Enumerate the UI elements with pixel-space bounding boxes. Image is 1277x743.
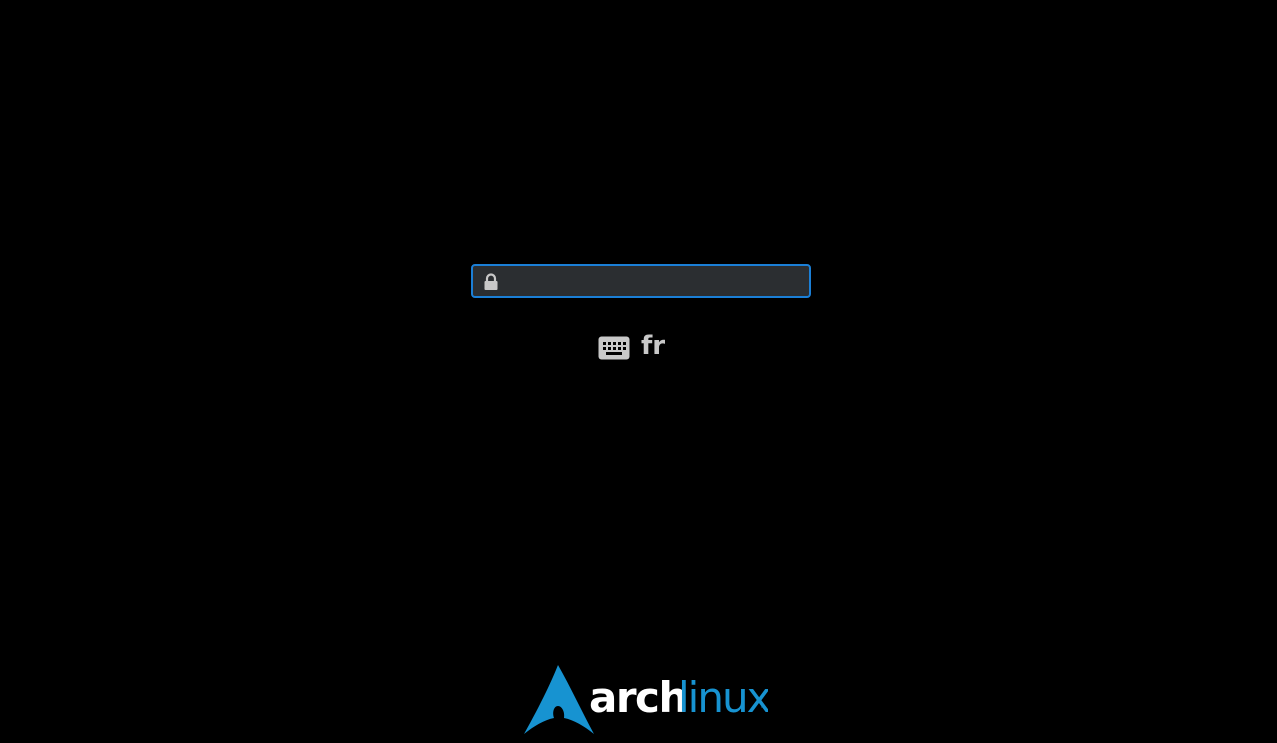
- logo-text-linux: linux: [678, 673, 768, 722]
- logo-text-arch: arch: [589, 673, 687, 722]
- lock-icon: [484, 273, 498, 290]
- lock-screen: fr arch linux ™: [0, 0, 1277, 743]
- keyboard-icon: [598, 336, 630, 360]
- password-input[interactable]: [505, 266, 801, 296]
- keyboard-layout-label: fr: [641, 331, 666, 361]
- arch-linux-logo: arch linux ™: [524, 665, 768, 734]
- logo-trademark: ™: [760, 705, 767, 713]
- password-field[interactable]: [471, 264, 811, 298]
- keyboard-layout-indicator[interactable]: fr: [598, 330, 665, 362]
